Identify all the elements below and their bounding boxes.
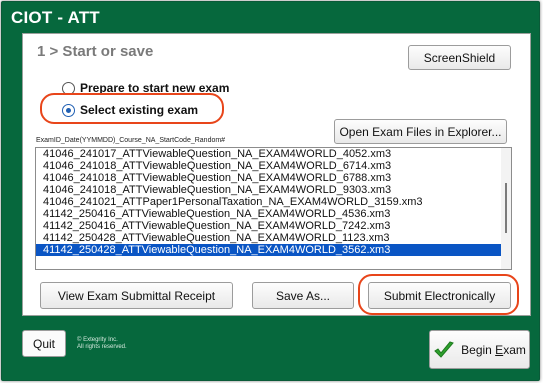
list-item[interactable]: 41046_241018_ATTViewableQuestion_NA_EXAM… [36,184,511,196]
option-select-existing-exam[interactable]: Select existing exam [62,103,198,117]
list-item[interactable]: 41046_241018_ATTViewableQuestion_NA_EXAM… [36,160,511,172]
app-window: CIOT - ATT 1 > Start or save ScreenShiel… [1,1,540,381]
window-title: CIOT - ATT [11,8,100,27]
list-item[interactable]: 41142_250428_ATTViewableQuestion_NA_EXAM… [36,244,511,256]
scrollbar-thumb[interactable] [505,183,507,233]
step-title: 1 > Start or save [37,43,154,60]
submit-electronically-button[interactable]: Submit Electronically [368,282,511,309]
list-item[interactable]: 41046_241017_ATTViewableQuestion_NA_EXAM… [36,148,511,160]
list-item[interactable]: 41142_250416_ATTViewableQuestion_NA_EXAM… [36,208,511,220]
begin-exam-label: Begin Exam [461,342,526,357]
copyright-line2: All rights reserved. [77,344,127,350]
checkmark-icon [434,340,455,358]
save-as-button[interactable]: Save As... [252,282,354,309]
copyright-notice: © Extegrity Inc. All rights reserved. [77,337,127,351]
list-scrollbar[interactable] [501,148,511,269]
main-panel: 1 > Start or save ScreenShield Prepare t… [22,33,531,316]
view-receipt-button[interactable]: View Exam Submittal Receipt [40,282,233,309]
screenshield-button[interactable]: ScreenShield [408,45,511,70]
begin-exam-button[interactable]: Begin Exam [429,330,530,369]
list-item[interactable]: 41046_241021_ATTPaper1PersonalTaxation_N… [36,196,511,208]
list-item[interactable]: 41142_250416_ATTViewableQuestion_NA_EXAM… [36,220,511,232]
list-item[interactable]: 41046_241018_ATTViewableQuestion_NA_EXAM… [36,172,511,184]
list-caption: ExamID_Date(YYMMDD)_Course_NA_StartCode_… [36,137,226,144]
exam-file-list[interactable]: 41046_241017_ATTViewableQuestion_NA_EXAM… [35,147,512,270]
quit-button[interactable]: Quit [22,330,66,357]
radio-select[interactable] [62,103,75,117]
exam-file-items: 41046_241017_ATTViewableQuestion_NA_EXAM… [36,148,511,256]
open-exam-files-button[interactable]: Open Exam Files in Explorer... [334,119,507,144]
copyright-line1: © Extegrity Inc. [77,337,118,343]
option-select-label: Select existing exam [80,103,199,117]
list-item[interactable]: 41142_250428_ATTViewableQuestion_NA_EXAM… [36,232,511,244]
